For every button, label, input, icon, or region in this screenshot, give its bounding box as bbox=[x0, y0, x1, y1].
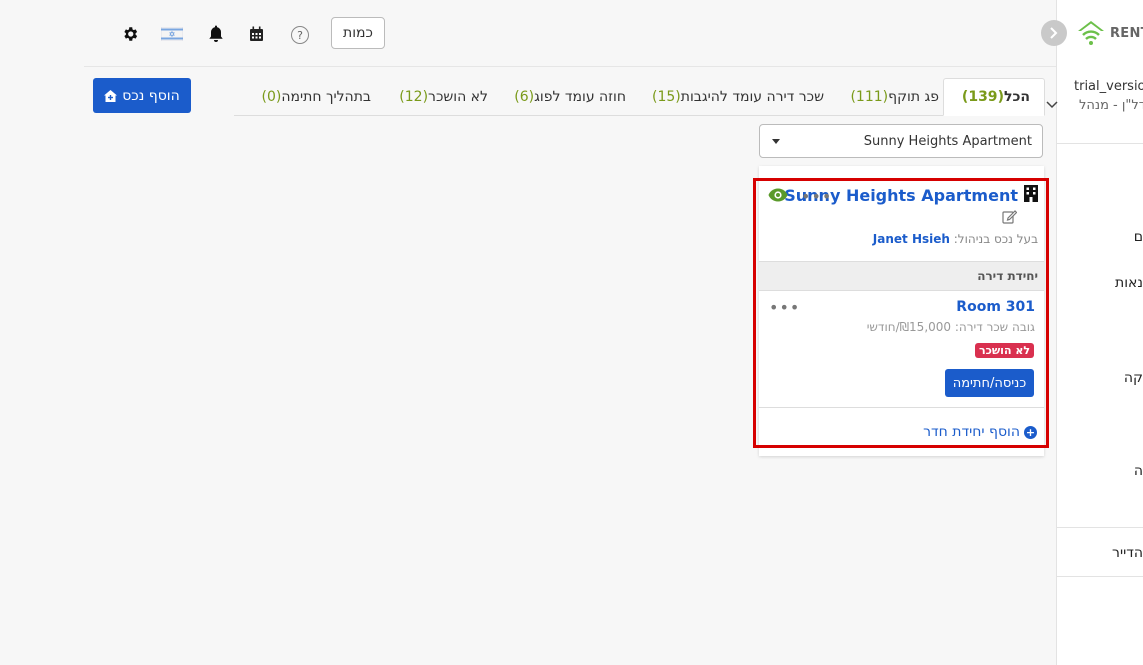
sidebar-item-tenant[interactable]: הדייר bbox=[1112, 545, 1143, 561]
unit-more-icon[interactable]: ••• bbox=[769, 300, 800, 316]
status-badge: לא הושכר bbox=[974, 343, 1034, 358]
plus-circle-icon: + bbox=[1024, 425, 1037, 439]
settings-icon[interactable] bbox=[120, 24, 140, 44]
logo-icon bbox=[1078, 21, 1104, 45]
divider bbox=[1057, 527, 1143, 528]
property-more-icon[interactable]: ••• bbox=[801, 189, 832, 205]
logo[interactable]: RENT bbox=[1077, 20, 1143, 46]
tab-rent-due[interactable]: שכר דירה עומד להיגבות (15) bbox=[648, 78, 824, 116]
add-room-unit-link[interactable]: + הוסף יחידת חדר bbox=[923, 424, 1037, 440]
tab-all[interactable]: הכל (139) bbox=[942, 78, 1045, 116]
caret-down-icon bbox=[772, 138, 780, 144]
owner-label: בעל נכס בניהול: bbox=[953, 232, 1038, 246]
sidebar-item-4[interactable]: ה bbox=[1134, 463, 1143, 479]
edit-icon[interactable] bbox=[1002, 209, 1018, 228]
collapse-sidebar-button[interactable] bbox=[1041, 20, 1067, 46]
divider bbox=[1057, 576, 1143, 577]
chevron-right-icon bbox=[1050, 27, 1058, 39]
add-room-unit-label: הוסף יחידת חדר bbox=[923, 424, 1020, 440]
top-bar: ? כמות bbox=[84, 0, 1056, 67]
tab-not-rented[interactable]: לא הושכר (12) bbox=[395, 78, 488, 116]
help-icon[interactable]: ? bbox=[291, 26, 309, 44]
building-icon bbox=[1024, 185, 1038, 206]
sidebar-item-3[interactable]: קה bbox=[1124, 370, 1143, 386]
add-property-button[interactable]: הוסף נכס bbox=[93, 78, 191, 113]
side-panel: RENT trial_version נדל"ן - מנהל ם נאות ק… bbox=[1056, 0, 1143, 665]
quantity-button[interactable]: כמות bbox=[331, 17, 385, 49]
user-role: נדל"ן - מנהל bbox=[1079, 98, 1143, 113]
tab-signing[interactable]: בתהליך חתימה (0) bbox=[258, 78, 372, 116]
sidebar-item-1[interactable]: ם bbox=[1134, 229, 1143, 245]
tab-expired[interactable]: פג תוקף (111) bbox=[846, 78, 939, 116]
property-card: Sunny Heights Apartment ••• בעל נכס בניה… bbox=[759, 166, 1044, 456]
tab-contract-expiring[interactable]: חוזה עומד לפוג (6) bbox=[510, 78, 626, 116]
move-in-sign-button[interactable]: כניסה/חתימה bbox=[945, 369, 1034, 397]
room-name[interactable]: Room 301 bbox=[956, 299, 1035, 315]
rent-amount: גובה שכר דירה: ₪15,000/חודשי bbox=[866, 320, 1035, 334]
owner-name[interactable]: Janet Hsieh bbox=[873, 232, 950, 246]
house-plus-icon bbox=[104, 89, 118, 102]
property-select-value: Sunny Heights Apartment bbox=[863, 133, 1032, 149]
add-property-label: הוסף נכס bbox=[122, 87, 180, 104]
bell-icon[interactable] bbox=[206, 24, 226, 44]
user-menu-chevron-icon[interactable] bbox=[1046, 98, 1058, 113]
language-flag-icon[interactable] bbox=[161, 24, 183, 44]
divider bbox=[1057, 143, 1143, 144]
eye-icon[interactable] bbox=[768, 188, 788, 206]
status-tabs: הכל (139) פג תוקף (111) שכר דירה עומד להיג… bbox=[234, 78, 1045, 116]
unit-section-header: יחידת דירה bbox=[759, 261, 1044, 291]
divider bbox=[759, 407, 1044, 408]
user-name[interactable]: trial_version bbox=[1074, 79, 1143, 94]
property-select[interactable]: Sunny Heights Apartment bbox=[759, 124, 1043, 158]
owner-line: בעל נכס בניהול: Janet Hsieh bbox=[873, 232, 1038, 246]
calendar-icon[interactable] bbox=[246, 24, 266, 44]
sidebar-item-2[interactable]: נאות bbox=[1115, 275, 1143, 291]
logo-text: RENT bbox=[1110, 25, 1143, 41]
